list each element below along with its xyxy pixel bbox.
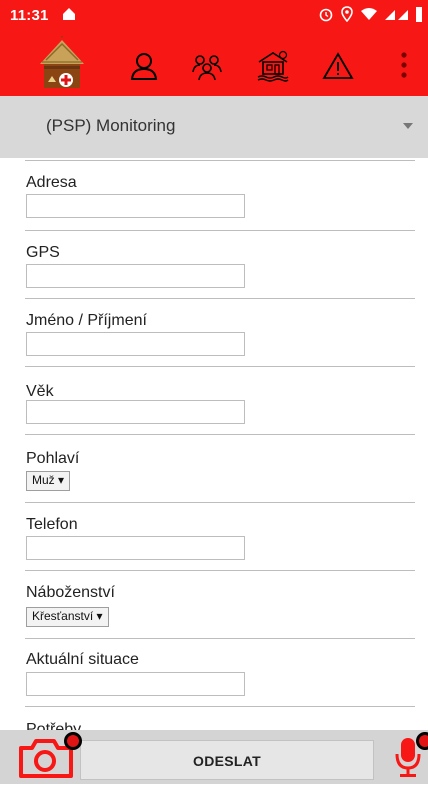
battery-icon	[416, 6, 422, 26]
status-time: 11:31	[10, 7, 49, 24]
mic-badge	[416, 732, 428, 750]
location-icon	[340, 6, 354, 26]
situation-input[interactable]	[26, 672, 245, 696]
separator	[25, 502, 415, 503]
status-icons	[318, 6, 422, 26]
camera-badge	[64, 732, 82, 750]
field-label: Adresa	[26, 174, 77, 191]
home-status-icon	[62, 7, 76, 25]
dropdown-arrow-icon	[403, 123, 413, 129]
signal-icon	[384, 7, 410, 25]
flooded-house-icon[interactable]	[256, 50, 289, 82]
separator	[25, 434, 415, 435]
field-label: Věk	[26, 383, 54, 400]
overflow-menu-icon[interactable]	[398, 50, 410, 82]
field-label: Náboženství	[26, 584, 115, 601]
hut-logo-icon[interactable]	[36, 36, 88, 92]
microphone-icon[interactable]	[394, 732, 428, 785]
gps-input[interactable]	[26, 264, 245, 288]
send-button[interactable]: ODESLAT	[80, 740, 374, 780]
separator	[25, 570, 415, 571]
separator	[25, 160, 415, 161]
field-label: Telefon	[26, 516, 78, 533]
field-label: Pohlaví	[26, 450, 80, 467]
alarm-icon	[318, 6, 334, 26]
status-bar: 11:31	[0, 0, 428, 32]
category-dropdown[interactable]: (PSP) Monitoring	[0, 96, 428, 158]
field-label: GPS	[26, 244, 60, 261]
group-icon[interactable]	[190, 50, 222, 82]
separator	[25, 230, 415, 231]
camera-icon[interactable]	[18, 732, 82, 785]
field-label: Potřeby	[26, 721, 82, 730]
adresa-input[interactable]	[26, 194, 245, 218]
app-bar	[0, 32, 428, 96]
dropdown-selected-label: (PSP) Monitoring	[46, 116, 176, 135]
separator	[25, 638, 415, 639]
religion-select[interactable]: Křesťanství ▾	[26, 607, 109, 627]
phone-input[interactable]	[26, 536, 245, 560]
wifi-icon	[360, 7, 378, 25]
separator	[25, 706, 415, 707]
name-input[interactable]	[26, 332, 245, 356]
gender-select[interactable]: Muž ▾	[26, 471, 71, 491]
separator	[25, 366, 415, 367]
warning-icon[interactable]	[322, 50, 354, 82]
age-input[interactable]	[26, 400, 245, 424]
field-label: Jméno / Příjmení	[26, 312, 147, 329]
person-icon[interactable]	[128, 50, 160, 82]
field-label: Aktuální situace	[26, 651, 139, 668]
separator	[25, 298, 415, 299]
form-area: Adresa GPS Jméno / Příjmení Věk Pohlaví …	[0, 160, 428, 730]
